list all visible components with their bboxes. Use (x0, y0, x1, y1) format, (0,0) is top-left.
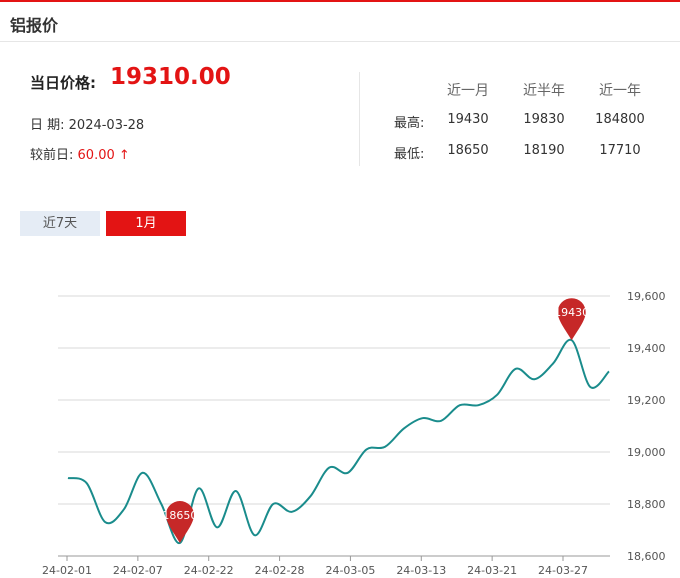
panel-header: 铝报价 (0, 2, 680, 42)
x-tick-label: 24-02-22 (184, 564, 234, 577)
y-tick-label: 18,600 (627, 550, 666, 563)
high-half-year: 19830 (523, 112, 565, 127)
high-year: 184800 (595, 112, 645, 127)
y-tick-label: 19,200 (627, 394, 666, 407)
x-tick-label: 24-03-13 (396, 564, 446, 577)
date-value: 2024-03-28 (68, 118, 145, 133)
y-tick-label: 19,600 (627, 290, 666, 303)
panel-title: 铝报价 (10, 16, 59, 35)
x-tick-label: 24-03-05 (325, 564, 375, 577)
current-price-label: 当日价格: (30, 74, 96, 92)
marker-label: 18650 (162, 509, 197, 522)
change-value: 60.00 ↑ (77, 148, 130, 163)
price-series-line (67, 338, 610, 544)
stat-header-month: 近一月 (447, 83, 489, 99)
price-line-chart: 19,600 19,400 19,200 19,000 18,800 18,600 24-0… (42, 290, 666, 577)
high-month: 19430 (447, 112, 489, 127)
tab-1-month[interactable]: 1月 (106, 211, 186, 236)
x-tick-label: 24-02-28 (255, 564, 305, 577)
x-tick-label: 24-02-01 (42, 564, 92, 577)
high-label: 最高: (394, 116, 425, 131)
y-tick-label: 18,800 (627, 498, 666, 511)
x-tick-label: 24-02-07 (113, 564, 163, 577)
low-month: 18650 (447, 143, 489, 158)
y-tick-label: 19,400 (627, 342, 666, 355)
y-tick-label: 19,000 (627, 446, 666, 459)
marker-label: 19430 (554, 306, 589, 319)
x-tick-label: 24-03-21 (467, 564, 517, 577)
tab-7-days[interactable]: 近7天 (20, 211, 100, 236)
change-label: 较前日: (30, 148, 74, 163)
vertical-divider (359, 72, 360, 166)
change-row: 较前日: 60.00 ↑ (30, 144, 130, 163)
stat-header-half-year: 近半年 (523, 83, 565, 99)
date-label: 日 期: (30, 118, 65, 133)
low-label: 最低: (394, 147, 425, 162)
low-half-year: 18190 (523, 143, 565, 158)
current-price-value: 19310.00 (110, 64, 231, 90)
x-tick-label: 24-03-27 (538, 564, 588, 577)
stat-header-year: 近一年 (599, 83, 641, 99)
marker-pin (165, 501, 194, 543)
low-year: 17710 (599, 143, 641, 158)
date-row: 日 期: 2024-03-28 (30, 114, 144, 133)
